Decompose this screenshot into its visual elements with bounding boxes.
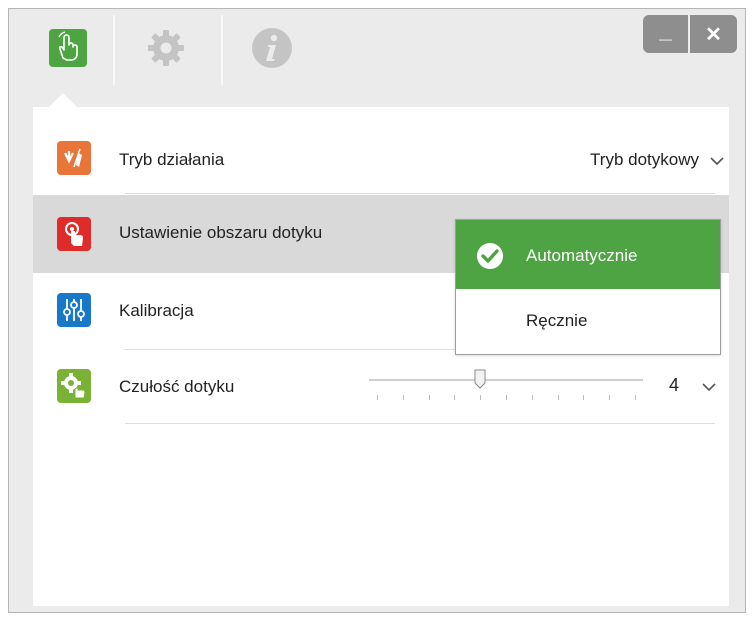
- tab-settings[interactable]: [137, 19, 195, 77]
- divider: [125, 193, 715, 194]
- checkmark-icon: [477, 243, 503, 269]
- slider-tick: [506, 395, 507, 400]
- tab-touch[interactable]: [39, 19, 97, 77]
- slider-tick: [583, 395, 585, 400]
- settings-panel: Tryb działania Tryb dotykowy Ustawienie …: [33, 107, 729, 606]
- chevron-down-icon[interactable]: [709, 155, 725, 167]
- close-button[interactable]: ✕: [690, 15, 737, 53]
- sensitivity-icon: [57, 369, 91, 403]
- sensitivity-value: 4: [669, 375, 680, 395]
- dropdown-option-manual[interactable]: Ręcznie: [456, 289, 720, 354]
- row-touch-sensitivity[interactable]: Czułość dotyku 4: [33, 363, 729, 411]
- minimize-icon: _: [659, 18, 672, 43]
- slider-tick: [531, 395, 533, 400]
- calibration-icon: [57, 293, 91, 327]
- app-window: _ ✕ Tryb działania Tryb dotykowy Ustawie…: [8, 8, 746, 613]
- divider: [125, 423, 715, 424]
- info-icon: [252, 28, 292, 68]
- dropdown-option-automatic[interactable]: Automatycznie: [456, 220, 720, 289]
- slider-tick: [609, 395, 611, 400]
- slider-tick: [402, 395, 404, 400]
- touch-hand-icon: [49, 29, 87, 67]
- row-label: Kalibracja: [119, 301, 194, 320]
- mode-icon: [57, 141, 91, 175]
- chevron-down-icon[interactable]: [701, 381, 717, 393]
- slider-tick: [480, 395, 482, 400]
- close-icon: ✕: [705, 23, 722, 46]
- sensitivity-slider[interactable]: [369, 369, 643, 405]
- gear-icon: [148, 30, 184, 66]
- row-operation-mode[interactable]: Tryb działania Tryb dotykowy: [33, 137, 729, 181]
- slider-thumb[interactable]: [474, 369, 486, 389]
- row-label: Czułość dotyku: [119, 377, 235, 396]
- slider-tick: [635, 395, 636, 400]
- minimize-button[interactable]: _: [643, 15, 688, 53]
- slider-tick: [454, 395, 456, 400]
- touch-area-icon: [57, 217, 91, 251]
- slider-tick: [557, 395, 559, 400]
- tab-separator: [113, 15, 115, 85]
- tab-separator: [221, 15, 223, 85]
- touch-area-dropdown: Automatycznie Ręcznie: [455, 219, 721, 355]
- tab-info[interactable]: [243, 19, 301, 77]
- slider-track: [369, 379, 643, 381]
- tab-pointer: [49, 93, 77, 107]
- dropdown-option-label: Automatycznie: [526, 246, 638, 265]
- dropdown-option-label: Ręcznie: [526, 311, 588, 330]
- slider-tick: [428, 395, 430, 400]
- row-label: Ustawienie obszaru dotyku: [119, 223, 323, 242]
- operation-mode-value: Tryb dotykowy: [590, 150, 699, 169]
- slider-tick: [377, 395, 378, 400]
- row-label: Tryb działania: [119, 150, 225, 169]
